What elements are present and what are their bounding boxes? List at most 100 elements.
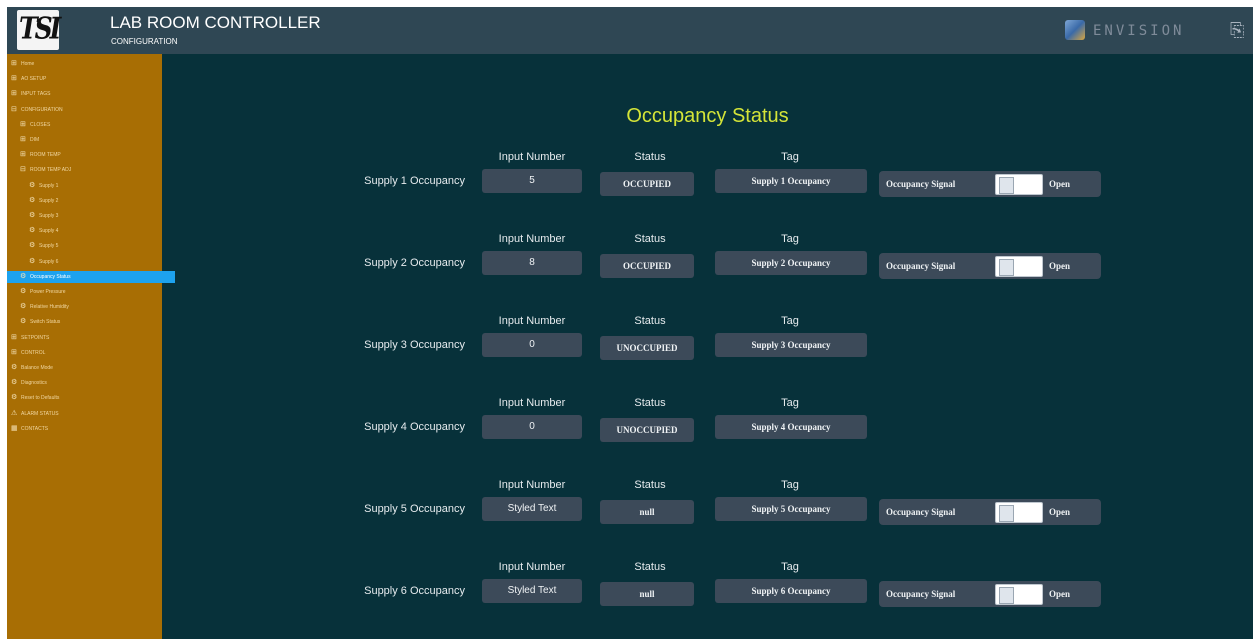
input-number-field[interactable]: 0: [482, 333, 582, 357]
sidebar-item[interactable]: ⊞ AO SETUP: [11, 73, 46, 85]
input-number-header: Input Number: [498, 151, 566, 163]
sidebar-item[interactable]: ⚙ Diagnostics: [11, 377, 47, 389]
main-content: Occupancy Status Input Number Status Tag Su…: [162, 54, 1253, 639]
sidebar-item[interactable]: ⚠ ALARM STATUS: [11, 408, 59, 420]
sidebar-item-label: ALARM STATUS: [21, 410, 59, 417]
tag-field[interactable]: Supply 3 Occupancy: [715, 333, 867, 357]
app-title: LAB ROOM CONTROLLER: [110, 13, 321, 32]
input-number-field[interactable]: 8: [482, 251, 582, 275]
sidebar-item[interactable]: ▦ CONTACTS: [11, 423, 48, 435]
sidebar-item[interactable]: ⊞ INPUT TAGS: [11, 88, 50, 100]
sidebar-item[interactable]: ⚙ Switch Status: [20, 316, 60, 328]
sidebar-item[interactable]: ⚙ Supply 2: [29, 195, 58, 207]
input-number-header: Input Number: [498, 233, 566, 245]
warning-icon: ⚠: [11, 409, 18, 417]
minus-box-icon: ⊟: [20, 166, 26, 174]
status-header: Status: [634, 233, 666, 245]
signal-state: Open: [1049, 507, 1071, 517]
status-header: Status: [634, 479, 666, 491]
sidebar-item[interactable]: ⊞ DIM: [20, 134, 39, 146]
gear-icon: ⚙: [29, 181, 36, 189]
input-number-header: Input Number: [498, 561, 566, 573]
sidebar-item[interactable]: ⊞ Home: [11, 58, 34, 70]
plus-box-icon: ⊞: [11, 348, 17, 356]
tag-header: Tag: [781, 151, 799, 163]
status-field: UNOCCUPIED: [600, 418, 694, 442]
tag-field[interactable]: Supply 5 Occupancy: [715, 497, 867, 521]
sidebar-item[interactable]: ⊞ ROOM TEMP: [20, 149, 61, 161]
sidebar-item[interactable]: ⊞ CONTROL: [11, 347, 45, 359]
sidebar-item-label: CONTROL: [21, 349, 46, 356]
row-label: Supply 1 Occupancy: [364, 175, 465, 187]
row-label: Supply 4 Occupancy: [364, 421, 465, 433]
toggle-knob[interactable]: [999, 505, 1014, 522]
row-label: Supply 2 Occupancy: [364, 257, 465, 269]
occupancy-signal-label: Occupancy Signal: [886, 261, 956, 271]
toggle-knob[interactable]: [999, 177, 1014, 194]
input-number-field[interactable]: Styled Text: [482, 497, 582, 521]
sidebar-item-label: AO SETUP: [21, 76, 47, 83]
input-number-header: Input Number: [498, 479, 566, 491]
sidebar-item[interactable]: ⚙ Supply 3: [29, 210, 58, 222]
sidebar-item[interactable]: ⚙ Supply 5: [29, 240, 58, 252]
signal-state: Open: [1049, 261, 1071, 271]
occupancy-signal-toggle[interactable]: [995, 502, 1043, 523]
sidebar-item-label: DIM: [30, 137, 40, 143]
row-label: Supply 3 Occupancy: [364, 339, 465, 351]
gear-icon: ⚙: [20, 288, 27, 295]
sidebar-item[interactable]: ⚙ Relative Humidity: [20, 301, 69, 313]
sidebar-item-label: INPUT TAGS: [21, 91, 51, 98]
tsi-logo: TSI: [17, 10, 61, 50]
gear-icon: ⚙: [20, 318, 27, 326]
sidebar-item[interactable]: ⚙ Supply 6: [29, 256, 58, 268]
occupancy-signal-control: Occupancy Signal Open: [879, 171, 1101, 197]
gear-icon: ⚙: [29, 257, 36, 265]
logout-icon[interactable]: ⎘: [1230, 20, 1244, 40]
sidebar-item[interactable]: ⚙ Supply 4: [29, 225, 58, 237]
sidebar-item[interactable]: ⊞ SETPOINTS: [11, 332, 49, 344]
gear-icon: ⚙: [20, 303, 27, 311]
plus-box-icon: ⊞: [20, 136, 26, 143]
sidebar-item[interactable]: ⚙ Balance Mode: [11, 362, 53, 374]
status-header: Status: [634, 315, 666, 327]
signal-state: Open: [1049, 589, 1071, 599]
sidebar-item-label: Reset to Defaults: [21, 395, 60, 402]
sidebar-item-label: Relative Humidity: [30, 304, 69, 311]
sidebar-item[interactable]: ⊟ ROOM TEMP ADJ: [20, 164, 71, 176]
signal-state: Open: [1049, 179, 1071, 189]
sidebar-item-label: Balance Mode: [21, 365, 53, 371]
gear-icon: ⚙: [20, 272, 27, 280]
input-number-field[interactable]: 0: [482, 415, 582, 439]
input-number-field[interactable]: Styled Text: [482, 579, 582, 603]
tag-header: Tag: [781, 479, 799, 491]
toggle-knob[interactable]: [999, 587, 1014, 604]
tag-field[interactable]: Supply 6 Occupancy: [715, 579, 867, 603]
tag-field[interactable]: Supply 4 Occupancy: [715, 415, 867, 439]
input-number-field[interactable]: 5: [482, 169, 582, 193]
gear-icon: ⚙: [29, 196, 36, 204]
occupancy-signal-toggle[interactable]: [995, 174, 1043, 195]
sidebar-item[interactable]: ⚙ Occupancy Status: [7, 270, 175, 283]
sidebar-item[interactable]: ⚙ Power Pressure: [20, 286, 66, 298]
sidebar-item-label: Supply 6: [39, 258, 59, 265]
occupancy-signal-label: Occupancy Signal: [886, 507, 956, 517]
sidebar-item-label: CONTACTS: [21, 425, 49, 432]
sidebar-item-label: Power Pressure: [30, 289, 66, 295]
sidebar-item[interactable]: ⊞ CLOSES: [20, 119, 50, 131]
sidebar-item[interactable]: ⚙ Reset to Defaults: [11, 392, 59, 404]
sidebar-item[interactable]: ⊟ CONFIGURATION: [11, 104, 63, 116]
occupancy-signal-label: Occupancy Signal: [886, 589, 956, 599]
occupancy-signal-toggle[interactable]: [995, 256, 1043, 277]
occupancy-signal-toggle[interactable]: [995, 584, 1043, 605]
sidebar-item[interactable]: ⚙ Supply 1: [29, 180, 58, 192]
sidebar-item-label: ROOM TEMP ADJ: [30, 167, 72, 174]
sidebar-item-label: CONFIGURATION: [21, 106, 63, 113]
status-field: UNOCCUPIED: [600, 336, 694, 360]
toggle-knob[interactable]: [999, 259, 1014, 276]
tag-header: Tag: [781, 397, 799, 409]
sidebar-item-label: Switch Status: [30, 319, 61, 326]
tag-field[interactable]: Supply 2 Occupancy: [715, 251, 867, 275]
tag-header: Tag: [781, 315, 799, 327]
tag-field[interactable]: Supply 1 Occupancy: [715, 169, 867, 193]
gear-icon: ⚙: [11, 394, 18, 402]
